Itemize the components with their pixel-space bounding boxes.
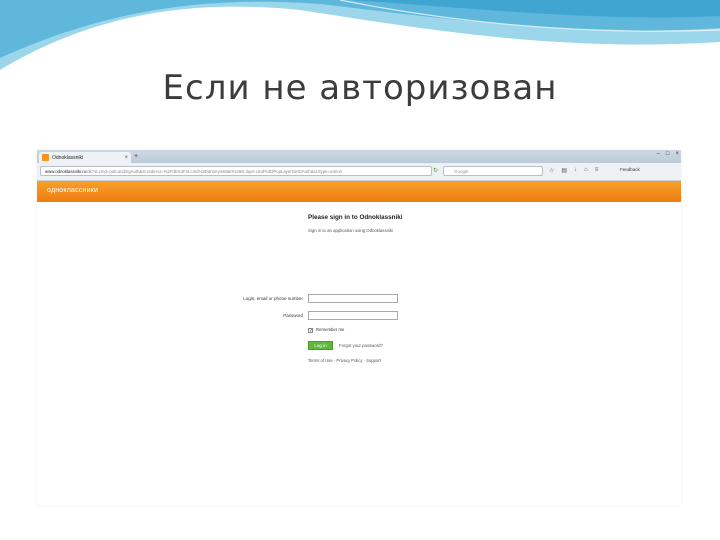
new-tab-button[interactable]: + <box>134 153 138 161</box>
navigation-bar: www.odnoklassniki.ru/dk?st.cmd=outLandin… <box>37 163 681 181</box>
window-controls: – □ × <box>657 151 679 157</box>
login-input[interactable] <box>308 294 398 303</box>
maximize-button[interactable]: □ <box>666 151 670 157</box>
login-button[interactable]: Log in <box>308 341 333 350</box>
terms-links[interactable]: Terms of Use · Privacy Policy · Support <box>308 358 381 363</box>
url-host: www.odnoklassniki.ru <box>45 169 87 174</box>
minimize-button[interactable]: – <box>657 151 660 157</box>
site-header: одноклассники <box>37 181 681 202</box>
toolbar-icons: ☆ ▤ ↓ ⌂ ≡ <box>549 167 598 174</box>
tab-title: Odnoklassniki <box>52 154 84 161</box>
bookmarks-icon[interactable]: ▤ <box>561 167 567 174</box>
login-label: Login, email or phone number <box>243 296 303 301</box>
password-input[interactable] <box>308 311 398 320</box>
remember-me-label: Remember me <box>316 327 345 332</box>
login-heading: Please sign in to Odnoklassniki <box>308 214 403 221</box>
feedback-button[interactable]: Feedback <box>620 167 640 172</box>
login-form: Please sign in to Odnoklassniki Sign in … <box>37 202 681 505</box>
password-label: Password <box>283 313 303 318</box>
login-subtext: Sign in to an application using Odnoklas… <box>308 228 394 233</box>
browser-window: Odnoklassniki × + – □ × www.odnoklassnik… <box>37 150 681 505</box>
url-path: /dk?st.cmd=outLandingAuth&st.redirect=%2… <box>86 169 342 174</box>
reload-icon[interactable]: ↻ <box>433 167 438 174</box>
remember-me-checkbox[interactable]: ✓ <box>308 328 313 334</box>
search-box[interactable]: Google <box>443 166 543 176</box>
slide-title: Если не авторизован <box>162 68 558 108</box>
tab-bar: Odnoklassniki × + – □ × <box>37 150 681 163</box>
home-icon[interactable]: ⌂ <box>584 167 588 174</box>
star-icon[interactable]: ☆ <box>549 167 554 174</box>
close-window-button[interactable]: × <box>675 151 679 157</box>
download-icon[interactable]: ↓ <box>574 167 577 174</box>
browser-tab[interactable]: Odnoklassniki × <box>39 152 131 163</box>
close-tab-icon[interactable]: × <box>124 155 128 161</box>
menu-icon[interactable]: ≡ <box>595 167 599 174</box>
site-logo[interactable]: одноклассники <box>47 187 98 194</box>
forgot-password-link[interactable]: Forgot your password? <box>339 343 383 348</box>
address-bar[interactable]: www.odnoklassniki.ru/dk?st.cmd=outLandin… <box>40 166 432 176</box>
odnoklassniki-favicon-icon <box>42 154 49 161</box>
